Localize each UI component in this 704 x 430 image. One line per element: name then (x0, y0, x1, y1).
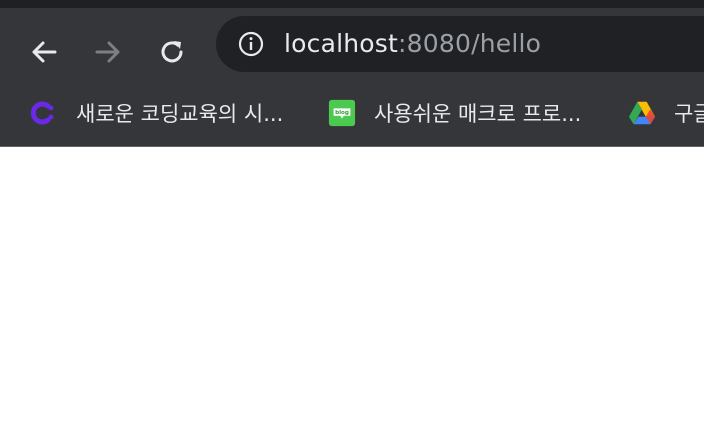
info-icon[interactable] (238, 31, 264, 57)
blog-icon-text: blog (335, 110, 349, 116)
codeit-logo-icon (30, 99, 58, 127)
arrow-left-icon (32, 41, 57, 63)
reload-icon (161, 41, 183, 63)
url-host: localhost (284, 29, 399, 58)
url-path: :8080/hello (398, 29, 542, 58)
tab-strip (0, 0, 704, 8)
url-text: localhost:8080/hello (284, 29, 541, 59)
forward-button[interactable] (88, 32, 128, 72)
back-button[interactable] (24, 32, 64, 72)
bookmark-label: 새로운 코딩교육의 시... (76, 102, 284, 126)
bookmark-item-google[interactable]: 구글 (628, 80, 704, 146)
bookmark-label: 구글 (674, 102, 704, 126)
bookmark-item-blog[interactable]: blog 사용쉬운 매크로 프로... (328, 80, 581, 146)
bookmarks-bar: 새로운 코딩교육의 시... blog 사용쉬운 매크로 프로... 구글 (0, 80, 704, 147)
blog-icon: blog (328, 99, 356, 127)
address-bar[interactable]: localhost:8080/hello (216, 16, 704, 72)
page-content (0, 147, 704, 430)
browser-toolbar: localhost:8080/hello (0, 8, 704, 80)
google-drive-icon (628, 99, 656, 127)
reload-button[interactable] (152, 32, 192, 72)
arrow-right-icon (95, 41, 120, 63)
bookmark-label: 사용쉬운 매크로 프로... (374, 102, 582, 126)
bookmark-item-codeit[interactable]: 새로운 코딩교육의 시... (30, 80, 283, 146)
